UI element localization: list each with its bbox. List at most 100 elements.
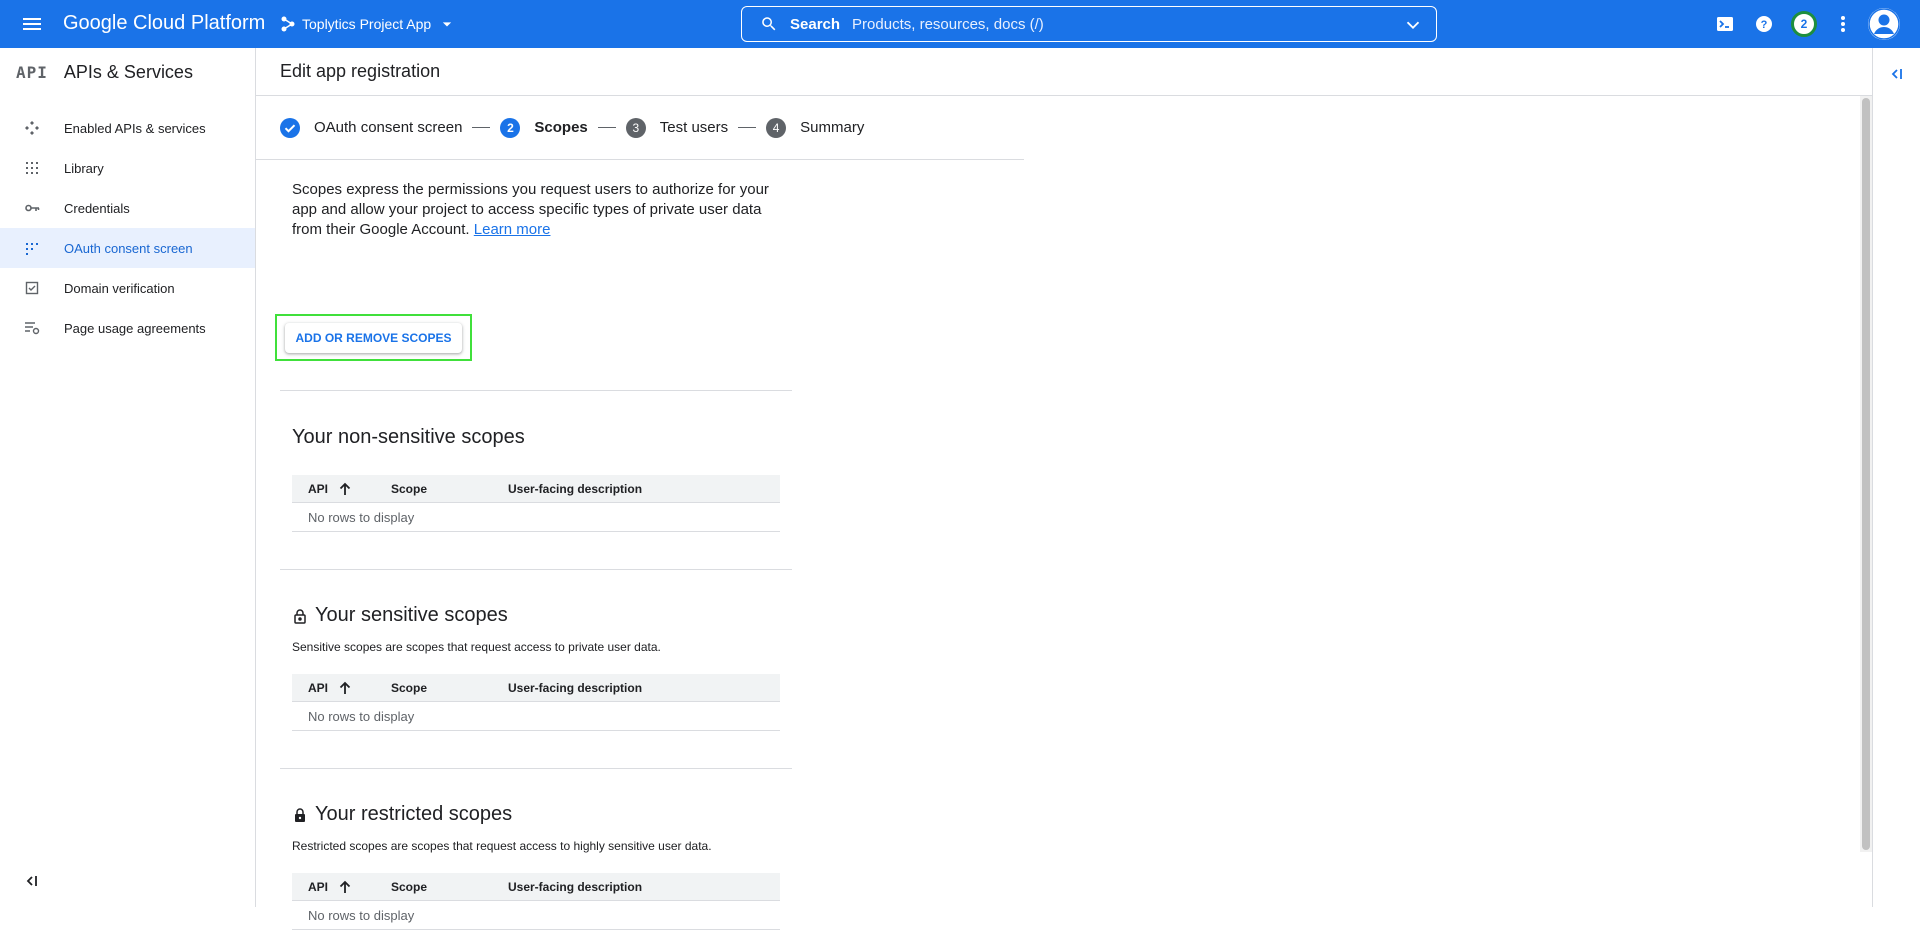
non-sensitive-scopes-table: API Scope User-facing description No row… [292,475,780,532]
project-name: Toplytics Project App [302,16,432,32]
consent-grid-icon [26,243,38,255]
main-scrollbar[interactable] [1860,96,1872,852]
lock-icon [295,807,305,822]
column-description[interactable]: User-facing description [508,482,642,496]
help-icon[interactable]: ? [1752,12,1776,36]
section-title-text: Your sensitive scopes [315,604,508,626]
sidebar-title: APIs & Services [63,61,193,82]
step-summary[interactable]: 4 Summary [766,117,865,138]
sidebar-item-library[interactable]: Library [0,148,255,188]
sort-arrow-up-icon [339,880,351,893]
step-scopes[interactable]: 2 Scopes [500,117,588,138]
expand-panel-icon[interactable] [1887,64,1907,84]
page-title: Edit app registration [256,48,1872,96]
search-icon [762,17,776,31]
user-avatar-icon [1868,8,1900,40]
sidebar-item-label: Enabled APIs & services [64,120,206,136]
sidebar-header: API APIs & Services [0,48,255,96]
chevron-down-icon[interactable] [1402,14,1424,36]
empty-row: No rows to display [292,702,780,731]
right-side-panel [1872,48,1920,907]
project-selector[interactable]: Toplytics Project App [276,10,461,38]
step-number: 2 [500,117,521,138]
checkbox-icon [25,281,39,295]
step-label: Summary [800,119,865,136]
column-label: API [308,481,329,496]
step-number: 4 [766,117,787,138]
search-label: Search [790,15,841,33]
sidebar-item-label: OAuth consent screen [64,240,193,256]
column-scope[interactable]: Scope [391,880,508,894]
learn-more-link[interactable]: Learn more [474,221,551,238]
column-api[interactable]: API [292,880,391,894]
step-connector [597,127,616,128]
column-description[interactable]: User-facing description [508,880,642,894]
collapse-sidebar-icon[interactable] [22,871,42,891]
product-logo[interactable]: Google Cloud Platform [63,12,265,35]
step-test-users[interactable]: 3 Test users [625,117,729,138]
sort-arrow-up-icon [339,482,351,495]
account-avatar[interactable] [1868,8,1900,40]
search-bar[interactable]: Search Products, resources, docs (/) [741,6,1437,42]
api-badge-icon: API [16,62,48,82]
sensitive-scopes-title: Your sensitive scopes [292,604,508,627]
sidebar-item-label: Domain verification [64,280,175,296]
column-scope[interactable]: Scope [391,681,508,695]
sidebar-item-label: Credentials [64,200,130,216]
restricted-scopes-table: API Scope User-facing description No row… [292,873,780,930]
step-label: Test users [659,119,729,136]
sidebar-item-domain-verification[interactable]: Domain verification [0,268,255,308]
sidebar-item-oauth-consent[interactable]: OAuth consent screen [0,228,255,268]
section-title-text: Your non-sensitive scopes [292,426,525,448]
restricted-scopes-title: Your restricted scopes [292,803,512,826]
registration-stepper: OAuth consent screen 2 Scopes 3 Test use… [256,96,1024,160]
restricted-scopes-desc: Restricted scopes are scopes that reques… [292,839,712,853]
empty-row: No rows to display [292,901,780,930]
sidebar-item-label: Page usage agreements [64,320,206,336]
sidebar-item-enabled-apis[interactable]: Enabled APIs & services [0,108,255,148]
step-label: OAuth consent screen [314,119,463,136]
column-description[interactable]: User-facing description [508,681,642,695]
search-placeholder: Products, resources, docs (/) [852,15,1044,33]
step-oauth-consent[interactable]: OAuth consent screen [280,117,463,138]
svg-text:?: ? [1761,19,1768,31]
divider [280,569,792,570]
sidebar-item-page-usage[interactable]: Page usage agreements [0,308,255,348]
highlight-box: ADD OR REMOVE SCOPES [275,314,472,361]
sensitive-scopes-table: API Scope User-facing description No row… [292,674,780,731]
step-connector [472,127,491,128]
lock-open-outline-icon [294,608,306,624]
sidebar-item-credentials[interactable]: Credentials [0,188,255,228]
sort-arrow-up-icon [339,681,351,694]
key-icon [25,204,40,212]
sidebar: API APIs & Services Enabled APIs & servi… [0,48,256,907]
dropdown-arrow-icon [443,22,452,27]
notifications-badge[interactable]: 2 [1791,11,1817,37]
sensitive-scopes-desc: Sensitive scopes are scopes that request… [292,640,661,654]
non-sensitive-scopes-title: Your non-sensitive scopes [292,426,525,449]
divider [280,768,792,769]
scopes-intro: Scopes express the permissions you reque… [292,180,782,240]
column-api[interactable]: API [292,482,391,496]
more-vert-icon[interactable] [1831,12,1855,36]
sidebar-item-label: Library [64,160,104,176]
add-remove-scopes-button[interactable]: ADD OR REMOVE SCOPES [285,323,462,353]
column-scope[interactable]: Scope [391,482,508,496]
table-header: API Scope User-facing description [292,873,780,901]
section-title-text: Your restricted scopes [315,803,513,825]
scrollbar-thumb[interactable] [1862,98,1870,850]
top-app-bar: Google Cloud Platform Toplytics Project … [0,0,1920,48]
column-api[interactable]: API [292,681,391,695]
column-label: API [308,879,329,894]
table-header: API Scope User-facing description [292,674,780,702]
step-label: Scopes [534,119,588,136]
main-content: Edit app registration OAuth consent scre… [256,48,1872,930]
hamburger-menu-icon[interactable] [20,12,44,36]
table-header: API Scope User-facing description [292,475,780,503]
cloud-shell-icon[interactable] [1713,12,1737,36]
check-circle-icon [280,117,300,138]
divider [280,390,792,391]
library-icon [26,162,38,174]
step-number: 3 [625,117,646,138]
step-connector [738,127,757,128]
